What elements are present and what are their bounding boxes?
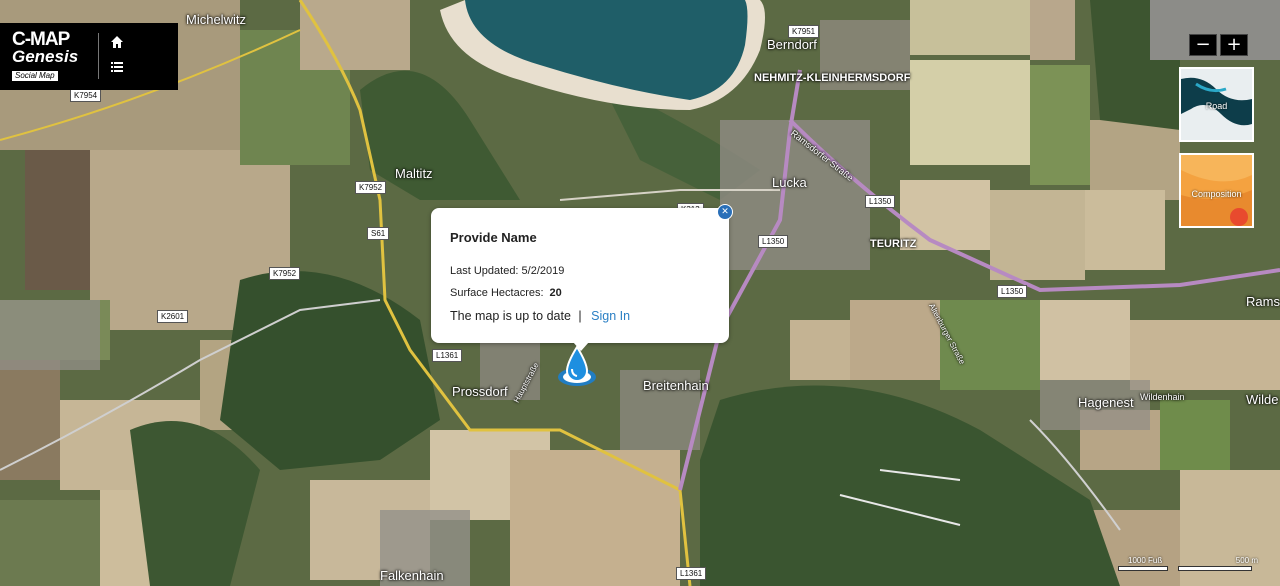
cmap-logo[interactable]: C-MAP Genesis Social Map [12, 28, 79, 83]
sign-in-link[interactable]: Sign In [591, 309, 630, 323]
place-label-breitenhain: Breitenhain [643, 378, 709, 393]
logo-line3: Social Map [12, 70, 58, 81]
layer-composition-label: Composition [1191, 189, 1242, 199]
scale-meters-label: 500 m [1235, 556, 1258, 565]
place-label-rams: Rams [1246, 294, 1280, 309]
popup-status-row: The map is up to date | Sign In [450, 309, 630, 323]
popup-hectares-row: Surface Hectacres: 20 [450, 287, 562, 299]
place-label-berndorf: Berndorf [767, 37, 817, 52]
place-label-lucka: Lucka [772, 175, 807, 190]
brand-panel: C-MAP Genesis Social Map [0, 23, 178, 90]
place-label-teuritz: TEURITZ [870, 238, 917, 250]
popup-title: Provide Name [450, 230, 537, 245]
scale-feet-bar [1118, 566, 1168, 571]
scale-feet-label: 1000 Fuß [1128, 556, 1163, 565]
place-label-nehmitz: NEHMITZ-KLEINHERMSDORF [754, 72, 911, 84]
water-drop-marker-icon[interactable] [557, 345, 597, 387]
divider [98, 33, 99, 79]
road-shield: L1361 [432, 349, 463, 362]
layer-composition-thumbnail[interactable]: Composition [1179, 153, 1254, 228]
road-shield: L1350 [758, 235, 789, 248]
popup-hectares-label: Surface Hectacres: [450, 287, 544, 299]
place-label-michelwitz: Michelwitz [186, 12, 246, 27]
road-shield: K7952 [355, 181, 387, 194]
brand-icons [110, 35, 124, 79]
layer-road-thumbnail[interactable]: Road [1179, 67, 1254, 142]
road-shield: L1350 [997, 285, 1028, 298]
info-popup: ✕ Provide Name Last Updated: 5/2/2019 Su… [431, 204, 733, 351]
home-icon[interactable] [110, 35, 124, 54]
road-shield: K7952 [269, 267, 301, 280]
road-shield: K7951 [788, 25, 820, 38]
scale-meters-bar [1178, 566, 1252, 571]
close-icon[interactable]: ✕ [717, 204, 733, 220]
popup-status-text: The map is up to date [450, 309, 571, 323]
place-label-wildenhain: Wildenhain [1140, 392, 1185, 402]
list-menu-icon[interactable] [110, 60, 124, 79]
popup-last-updated: Last Updated: 5/2/2019 [450, 265, 565, 277]
scale-bar: 1000 Fuß 500 m [1118, 556, 1258, 578]
place-label-wilde: Wilde [1246, 392, 1279, 407]
place-label-maltitz: Maltitz [395, 166, 433, 181]
popup-hectares-value: 20 [549, 287, 562, 299]
zoom-in-button[interactable]: + [1220, 34, 1248, 56]
road-shield: K7954 [70, 89, 102, 102]
road-shield: L1350 [865, 195, 896, 208]
logo-line1: C-MAP [12, 28, 70, 50]
layer-road-label: Road [1205, 101, 1228, 111]
place-label-falkenhain: Falkenhain [380, 568, 444, 583]
popup-separator: | [578, 309, 582, 323]
place-label-prossdorf: Prossdorf [452, 384, 508, 399]
zoom-out-button[interactable]: − [1189, 34, 1217, 56]
road-shield: K2601 [157, 310, 189, 323]
logo-line2: Genesis [12, 46, 79, 66]
road-shield: L1361 [676, 567, 707, 580]
place-label-hagenest: Hagenest [1078, 395, 1134, 410]
road-shield: S61 [367, 227, 390, 240]
